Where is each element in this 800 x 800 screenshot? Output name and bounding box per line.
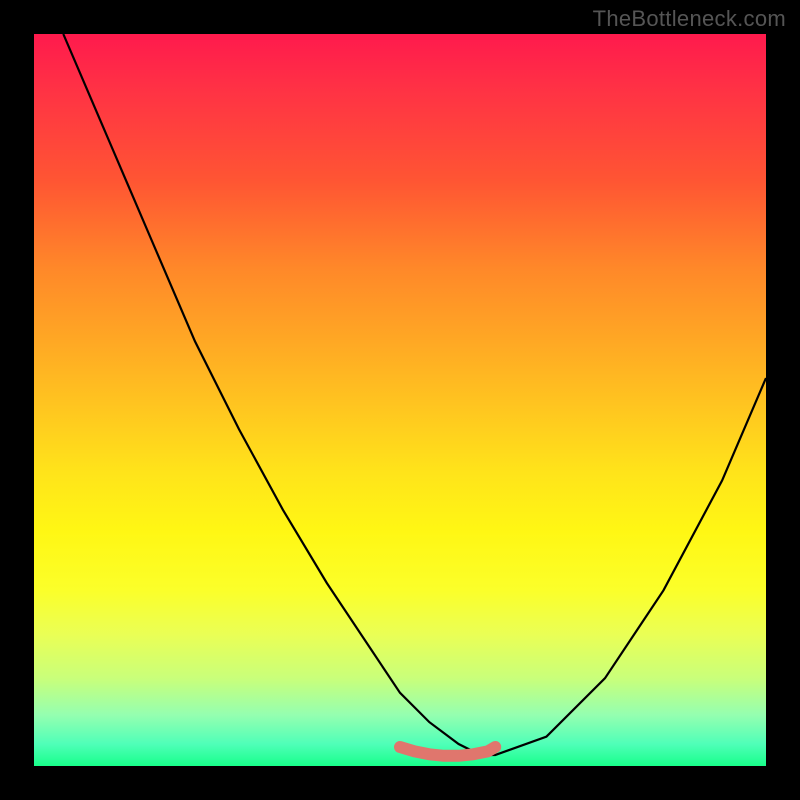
chart-svg [34,34,766,766]
chart-stage: TheBottleneck.com [0,0,800,800]
curve-path [63,34,766,755]
plot-area [34,34,766,766]
min-band-path [400,747,495,756]
watermark-text: TheBottleneck.com [593,6,786,32]
